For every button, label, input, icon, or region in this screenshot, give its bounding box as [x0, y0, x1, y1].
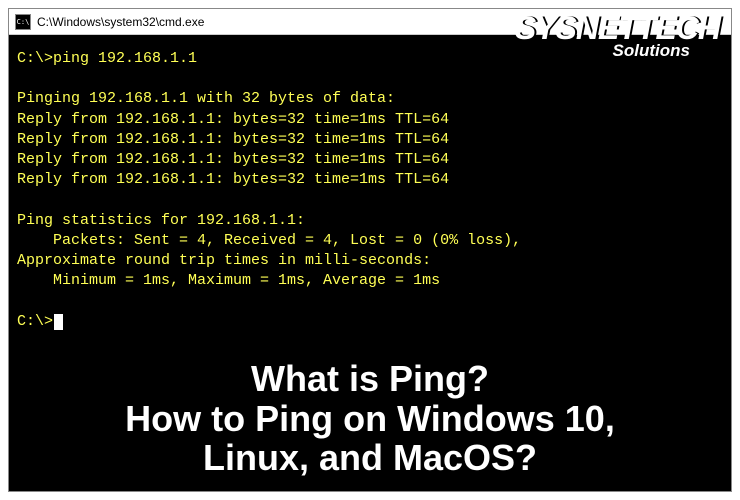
blank-line	[17, 191, 723, 211]
cmd-window: C:\ C:\Windows\system32\cmd.exe C:\>ping…	[8, 8, 732, 492]
blank-line	[17, 69, 723, 89]
prompt-line: C:\>	[17, 312, 723, 332]
prompt: C:\>	[17, 313, 53, 330]
cmd-icon: C:\	[15, 14, 31, 30]
ping-reply: Reply from 192.168.1.1: bytes=32 time=1m…	[17, 110, 723, 130]
stats-header: Ping statistics for 192.168.1.1:	[17, 211, 723, 231]
rtt-stats: Minimum = 1ms, Maximum = 1ms, Average = …	[17, 271, 723, 291]
ping-header: Pinging 192.168.1.1 with 32 bytes of dat…	[17, 89, 723, 109]
command-line: C:\>ping 192.168.1.1	[17, 49, 723, 69]
ping-reply: Reply from 192.168.1.1: bytes=32 time=1m…	[17, 130, 723, 150]
terminal-body[interactable]: C:\>ping 192.168.1.1 Pinging 192.168.1.1…	[9, 35, 731, 346]
command-text: ping 192.168.1.1	[53, 50, 197, 67]
blank-line	[17, 292, 723, 312]
ping-reply: Reply from 192.168.1.1: bytes=32 time=1m…	[17, 150, 723, 170]
packets-stats: Packets: Sent = 4, Received = 4, Lost = …	[17, 231, 723, 251]
titlebar[interactable]: C:\ C:\Windows\system32\cmd.exe	[9, 9, 731, 35]
rtt-header: Approximate round trip times in milli-se…	[17, 251, 723, 271]
prompt: C:\>	[17, 50, 53, 67]
cursor	[54, 314, 63, 330]
window-title: C:\Windows\system32\cmd.exe	[37, 15, 204, 29]
ping-reply: Reply from 192.168.1.1: bytes=32 time=1m…	[17, 170, 723, 190]
